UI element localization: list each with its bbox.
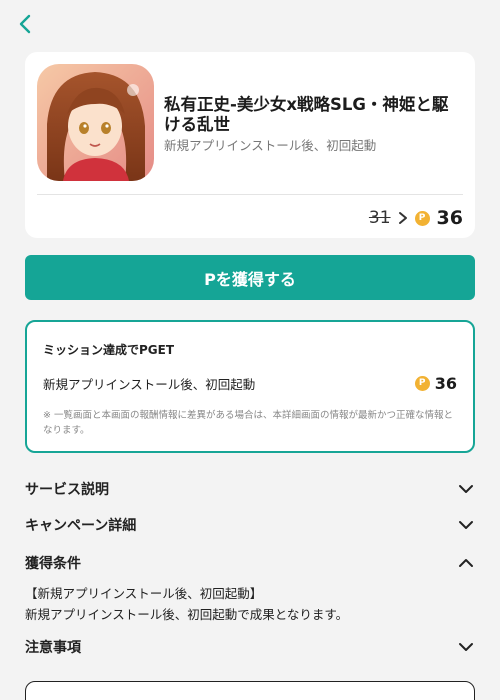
chevron-down-icon — [457, 516, 475, 534]
chevron-down-icon — [457, 638, 475, 656]
mission-points: P 36 — [414, 373, 457, 393]
accordion-conditions-title: 獲得条件 — [25, 556, 81, 572]
accordion-service[interactable]: サービス説明 — [25, 477, 475, 501]
bottom-button[interactable] — [25, 681, 475, 700]
chevron-right-icon — [398, 212, 407, 224]
accordion-notes-title: 注意事項 — [25, 640, 81, 656]
accordion-service-title: サービス説明 — [25, 482, 109, 498]
chevron-left-icon — [19, 14, 31, 34]
divider — [37, 194, 463, 195]
app-subtitle: 新規アプリインストール後、初回起動 — [164, 138, 377, 153]
mission-points-value: 36 — [434, 373, 457, 393]
mission-row-label: 新規アプリインストール後、初回起動 — [43, 376, 256, 392]
mission-title: ミッション達成でPGET — [43, 343, 175, 357]
app-card: 私有正史-美少女x戦略SLG・神姫と駆ける乱世 新規アプリインストール後、初回起… — [25, 52, 475, 238]
accordion-campaign-title: キャンペーン詳細 — [25, 518, 137, 534]
point-coin-icon: P — [414, 210, 430, 226]
accordion-notes[interactable]: 注意事項 — [25, 635, 475, 659]
get-points-button[interactable]: Pを獲得する — [25, 255, 475, 300]
chevron-down-icon — [457, 480, 475, 498]
mission-note: ※ 一覧画面と本画面の報酬情報に差異がある場合は、本詳細画面の情報が最新かつ正確… — [43, 410, 453, 436]
back-button[interactable] — [12, 10, 38, 38]
conditions-body: 新規アプリインストール後、初回起動で成果となります。 — [25, 607, 349, 622]
chevron-up-icon — [457, 554, 475, 572]
point-coin-icon: P — [414, 375, 430, 391]
mission-row: 新規アプリインストール後、初回起動 P 36 — [43, 372, 457, 394]
accordion-conditions[interactable]: 獲得条件 — [25, 551, 475, 575]
price-row: 31 P 36 — [369, 205, 463, 231]
old-price: 31 — [368, 208, 391, 228]
app-thumbnail[interactable] — [37, 64, 154, 181]
app-title: 私有正史-美少女x戦略SLG・神姫と駆ける乱世 — [164, 95, 449, 134]
new-price: 36 — [436, 207, 463, 229]
accordion-campaign[interactable]: キャンペーン詳細 — [25, 513, 475, 537]
mission-box: ミッション達成でPGET 新規アプリインストール後、初回起動 P 36 ※ 一覧… — [25, 320, 475, 453]
conditions-heading: 【新規アプリインストール後、初回起動】 — [25, 586, 263, 601]
